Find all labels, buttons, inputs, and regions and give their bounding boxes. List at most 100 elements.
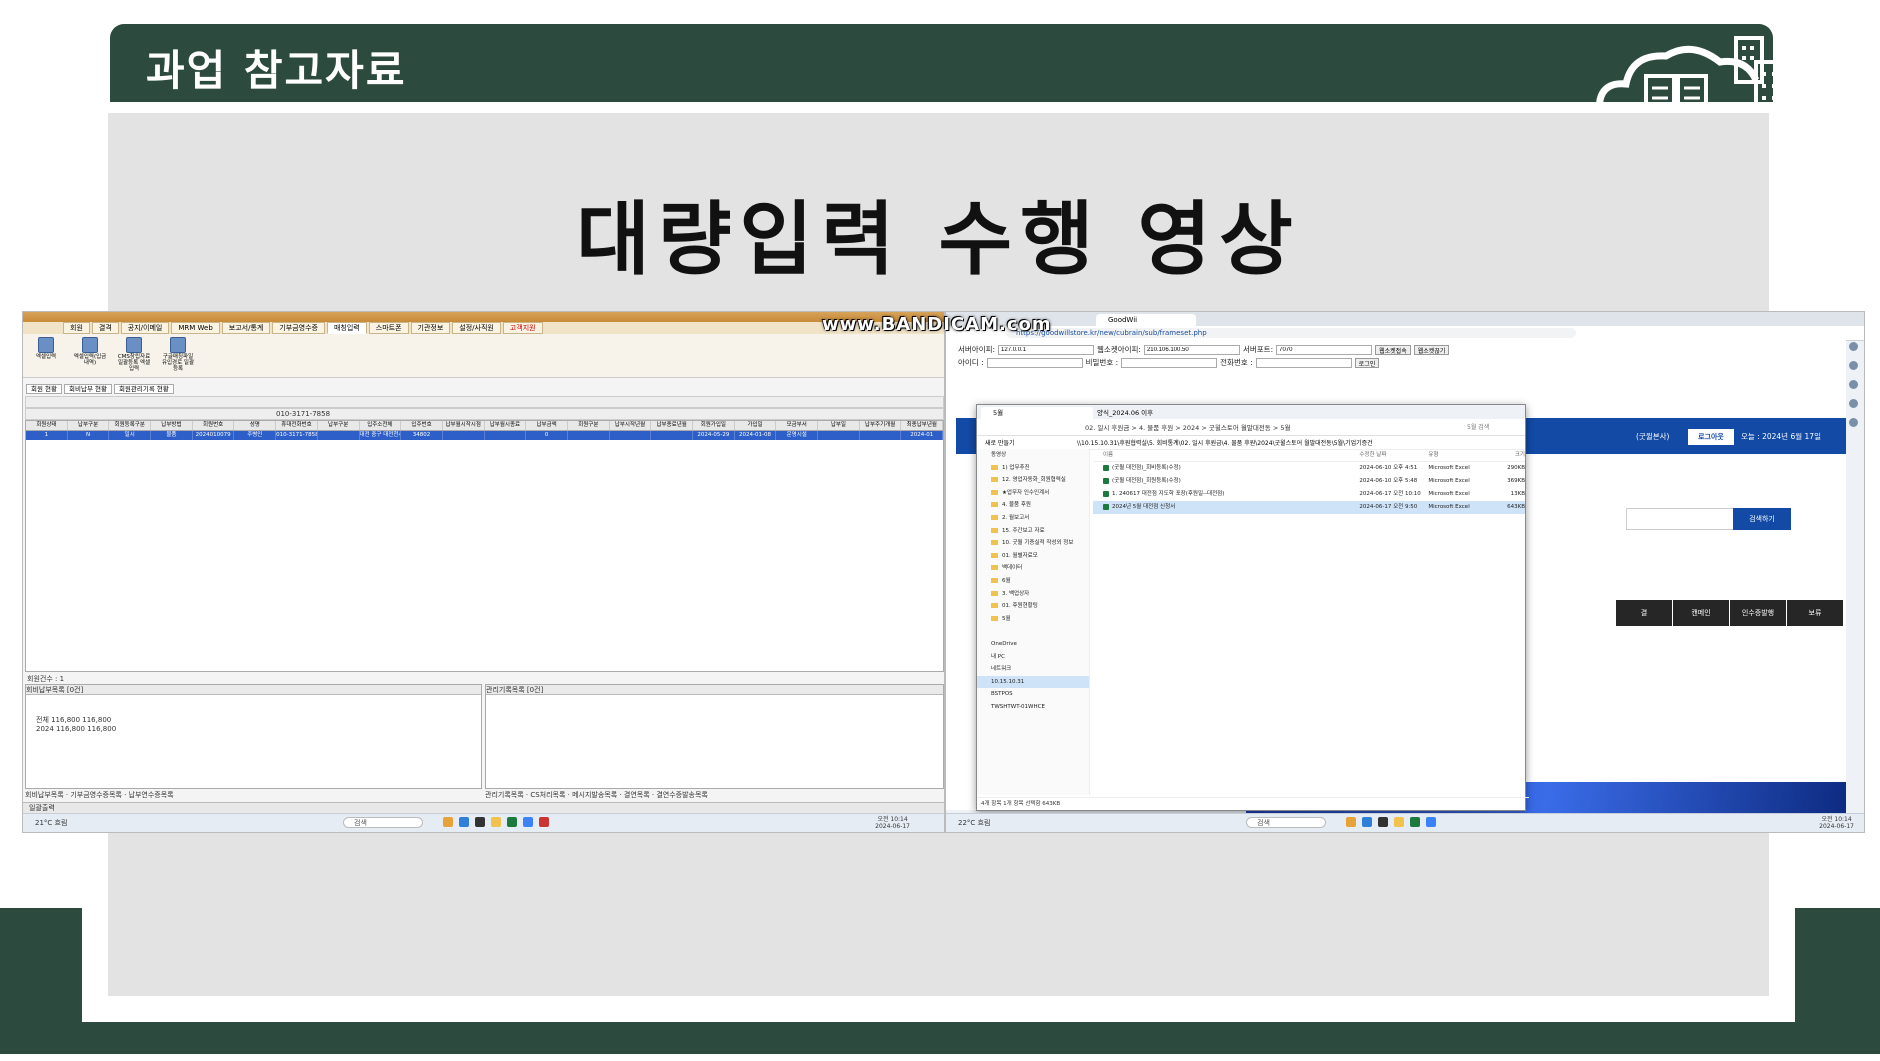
sidebar-folder-item[interactable]: 01. 월별자료모 bbox=[977, 550, 1089, 563]
explorer-tab[interactable]: 양식_2024.06 이후 bbox=[1085, 407, 1197, 419]
file-row[interactable]: 2024년 5월 대전점 신청서 2024-06-17 오전 9:50 Micros… bbox=[1093, 501, 1525, 514]
server-ip-input[interactable] bbox=[998, 344, 1095, 355]
grid-column-header[interactable]: 입주번호 bbox=[401, 421, 443, 430]
sidebar-item[interactable]: OneDrive bbox=[977, 638, 1089, 651]
taskbar-search[interactable]: 검색 bbox=[1246, 817, 1326, 828]
menu-item[interactable]: MRM Web bbox=[171, 322, 220, 334]
weather-widget[interactable]: 22°C 흐림 bbox=[958, 818, 990, 828]
grid-column-header[interactable]: 회원번호 bbox=[193, 421, 235, 430]
sidebar-folder-item[interactable]: 6월 bbox=[977, 575, 1089, 588]
sidebar-folder-item[interactable]: 2. 월보고서 bbox=[977, 512, 1089, 525]
folder-icon[interactable] bbox=[1346, 817, 1356, 827]
grid-column-header[interactable]: 납부구분 bbox=[68, 421, 110, 430]
menu-item[interactable]: 고객지원 bbox=[502, 322, 543, 334]
site-search-input[interactable] bbox=[1626, 508, 1738, 530]
terminal-icon[interactable] bbox=[1378, 817, 1388, 827]
grid-column-header[interactable]: 납부일 bbox=[818, 421, 860, 430]
weather-widget[interactable]: 21°C 흐림 bbox=[35, 818, 67, 828]
menu-item[interactable]: 기부금영수증 bbox=[272, 322, 325, 334]
menu-item[interactable]: 공지/이메일 bbox=[120, 322, 170, 334]
grid-column-header[interactable]: 최종납부년월 bbox=[901, 421, 944, 430]
grid-column-header[interactable]: 회원구분 bbox=[568, 421, 610, 430]
grid-column-header[interactable]: 회원등록구분 bbox=[109, 421, 152, 430]
taskbar-clock[interactable]: 오전 10:14 2024-06-17 bbox=[875, 816, 910, 830]
grid-column-header[interactable]: 휴대전화번호 bbox=[276, 421, 318, 430]
menu-item-active[interactable]: 매칭입력 bbox=[326, 322, 367, 334]
grid-column-header[interactable]: 회원상태 bbox=[26, 421, 68, 430]
password-input[interactable] bbox=[1121, 357, 1218, 368]
sidebar-item[interactable]: 네트워크 bbox=[977, 663, 1089, 676]
grid-column-header[interactable]: 회원가입일 bbox=[693, 421, 735, 430]
tab[interactable]: 관리기록목록 bbox=[485, 791, 524, 799]
menu-item[interactable]: 기관정보 bbox=[410, 322, 451, 334]
explorer-tab[interactable]: 5월 bbox=[981, 407, 1093, 419]
explorer-search[interactable]: 5월 검색 bbox=[1467, 422, 1489, 431]
file-row[interactable]: 1. 240617 대전점 지도학 포장(후원일--대전점) 2024-06-17… bbox=[1093, 488, 1525, 501]
explorer-icon[interactable] bbox=[1394, 817, 1404, 827]
menu-item[interactable]: 회원 bbox=[63, 322, 90, 334]
table-row[interactable]: 1 N 일시 물품 2024010079 주병인 010-3171-7858 대전 중구 대전… bbox=[26, 431, 944, 440]
sidebar-folder-item[interactable]: 백데이터 bbox=[977, 562, 1089, 575]
action-button[interactable]: 결 bbox=[1616, 600, 1672, 626]
tab[interactable]: 결연목록 bbox=[624, 791, 650, 799]
logout-button[interactable]: 로그아웃 bbox=[1688, 429, 1734, 445]
grid-column-header[interactable]: 납부시작년월 bbox=[610, 421, 652, 430]
excel-icon[interactable] bbox=[507, 817, 517, 827]
id-input[interactable] bbox=[986, 357, 1083, 368]
search-filter-bar[interactable]: 010-3171-7858 bbox=[25, 408, 944, 420]
grid-column-header[interactable]: 납부월시종료 bbox=[485, 421, 527, 430]
connect-button[interactable]: 웹소켓접속 bbox=[1375, 344, 1411, 355]
grid-column-header[interactable]: 납부주기개월 bbox=[860, 421, 902, 430]
add-icon[interactable] bbox=[1849, 418, 1858, 427]
browser-tab[interactable]: GoodWii bbox=[1096, 314, 1196, 326]
edge-icon[interactable] bbox=[459, 817, 469, 827]
sidebar-item[interactable]: 동영상 bbox=[977, 449, 1089, 462]
menu-item[interactable]: 설정/사직원 bbox=[452, 322, 501, 334]
grid-column-header[interactable]: 가입일 bbox=[735, 421, 777, 430]
copilot-icon[interactable] bbox=[1849, 342, 1858, 351]
menu-item[interactable]: 보고서/통계 bbox=[221, 322, 271, 334]
sidebar-folder-item[interactable]: 01. 후원현황팅 bbox=[977, 600, 1089, 613]
menu-item[interactable]: 스마트폰 bbox=[368, 322, 409, 334]
grid-column-header[interactable]: 입주소전체 bbox=[360, 421, 402, 430]
new-button[interactable]: 새로 만들기 bbox=[985, 438, 1015, 447]
login-button[interactable]: 로그인 bbox=[1354, 357, 1380, 368]
phone-filter[interactable]: 010-3171-7858 bbox=[276, 410, 330, 418]
grid-column-header[interactable]: 모금부서 bbox=[776, 421, 819, 430]
sidebar-item[interactable]: TWSHTWT-01WHCE bbox=[977, 701, 1089, 714]
sidebar-folder-item[interactable]: 15. 주간보고 자료 bbox=[977, 525, 1089, 538]
explorer-icon[interactable] bbox=[491, 817, 501, 827]
google-import-button[interactable]: 구글매칭파일 유입경로 일괄등록 bbox=[161, 337, 195, 374]
terminal-icon[interactable] bbox=[475, 817, 485, 827]
file-row[interactable]: (굿윌 대전점)_회비등록(수정) 2024-06-10 오후 4:51 Micro… bbox=[1093, 462, 1525, 475]
cms-import-button[interactable]: CMS창립자료 일괄등록 엑셀입력 bbox=[117, 337, 151, 374]
sidebar-folder-item[interactable]: 4. 물품 후원 bbox=[977, 499, 1089, 512]
web-ip-input[interactable] bbox=[1143, 344, 1240, 355]
hold-button[interactable]: 보류 bbox=[1787, 600, 1843, 626]
tab[interactable]: 납부연수증목록 bbox=[129, 791, 174, 799]
action-button[interactable]: 캔메인 bbox=[1673, 600, 1729, 626]
sidebar-item[interactable]: 내 PC bbox=[977, 651, 1089, 664]
tab-payment-status[interactable]: 회비납부 현황 bbox=[64, 384, 112, 394]
grid-column-header[interactable]: 성명 bbox=[234, 421, 277, 430]
sidebar-folder-item[interactable]: 5월 bbox=[977, 613, 1089, 626]
grid-column-header[interactable]: 납부구분 bbox=[318, 421, 360, 430]
sidebar-folder-item[interactable]: ★업무자 인수인계서 bbox=[977, 487, 1089, 500]
tab[interactable]: 회비납부목록 bbox=[25, 791, 64, 799]
list-item[interactable]: 전체 116,800 116,800 bbox=[26, 715, 481, 725]
tools-icon[interactable] bbox=[1849, 380, 1858, 389]
sidebar-folder-item[interactable]: 10. 굿윌 기증실적 작성외 정보 bbox=[977, 537, 1089, 550]
list-item[interactable]: 2024 116,800 116,800 bbox=[26, 725, 481, 733]
chrome-icon[interactable] bbox=[1426, 817, 1436, 827]
menu-item[interactable]: 결격 bbox=[91, 322, 119, 334]
sidebar-item[interactable]: 10.15.10.31 bbox=[977, 675, 1089, 689]
file-row[interactable]: (굿윌 대전점)_회원등록(수정) 2024-06-10 오후 5:48 Micro… bbox=[1093, 475, 1525, 488]
receipt-button[interactable]: 인수증발행 bbox=[1730, 600, 1786, 626]
outlook-icon[interactable] bbox=[1849, 399, 1858, 408]
grid-column-header[interactable]: 납부월시작시점 bbox=[443, 421, 485, 430]
tab[interactable]: CS처리목록 bbox=[530, 791, 565, 799]
search-icon[interactable] bbox=[1849, 361, 1858, 370]
grid-toolbar[interactable] bbox=[25, 396, 944, 408]
sidebar-item[interactable]: BSTPOS bbox=[977, 688, 1089, 701]
chrome-icon[interactable] bbox=[523, 817, 533, 827]
